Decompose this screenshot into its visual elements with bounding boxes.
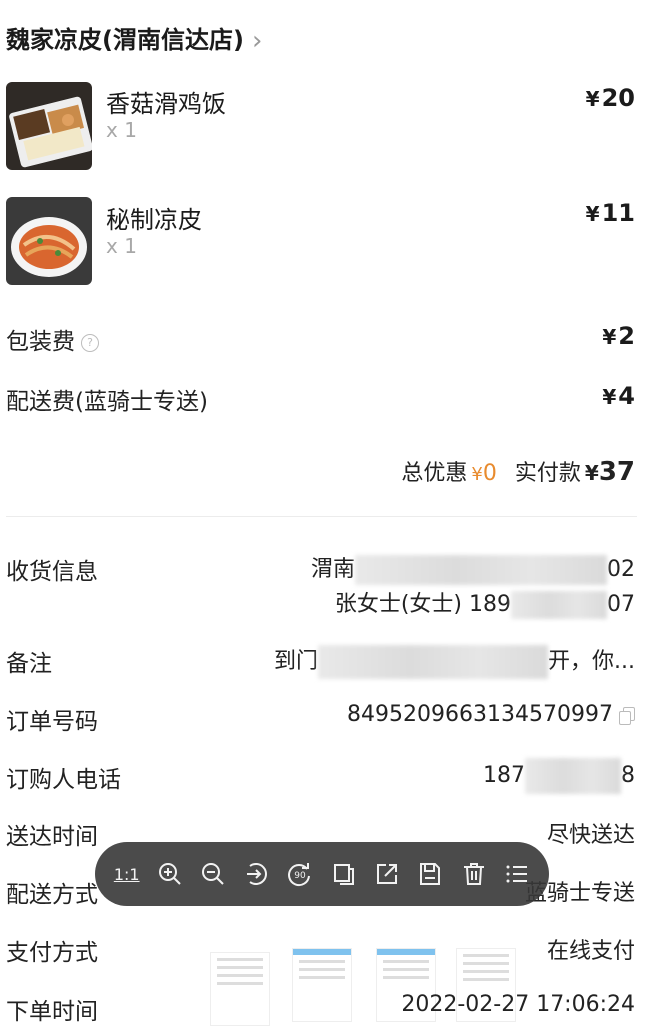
currency-symbol: ¥ (602, 385, 617, 409)
item-quantity: x 1 (106, 234, 137, 258)
remark-suffix: 开，你... (548, 649, 635, 674)
order-number-label: 订单号码 (6, 709, 98, 735)
item-name: 秘制凉皮 (106, 206, 202, 234)
item-thumbnail-1[interactable] (6, 82, 92, 170)
packaging-fee-label-row: 包装费? (6, 322, 99, 356)
receiver-address: 渭南 02 (311, 551, 635, 585)
packaging-fee-label: 包装费 (6, 329, 75, 355)
zoom-in-icon (159, 863, 181, 885)
address-suffix: 02 (607, 557, 635, 582)
currency-symbol: ¥ (585, 202, 600, 226)
buyer-phone-label: 订购人电话 (6, 767, 121, 793)
receiver-name-phone: 张女士(女士) 189 07 (335, 586, 635, 619)
phone-suffix: 8 (621, 763, 635, 788)
open-external-icon (377, 864, 398, 884)
delivery-fee-value: ¥4 (602, 382, 635, 410)
delivery-time-label: 送达时间 (6, 824, 98, 850)
receiver-info-label: 收货信息 (6, 559, 98, 585)
packaging-fee-amount: 2 (618, 322, 635, 350)
share-button[interactable] (240, 857, 274, 891)
delete-icon (463, 863, 484, 885)
payment-method-label: 支付方式 (6, 940, 98, 966)
list-icon (506, 865, 528, 883)
save-button[interactable] (413, 857, 447, 891)
zoom-in-button[interactable] (153, 857, 187, 891)
image-viewer-toolbar: 1:1 90 (95, 842, 549, 906)
store-name: 魏家凉皮(渭南信达店) (6, 26, 244, 54)
paid-value: 37 (598, 457, 635, 487)
redacted-blur (355, 555, 607, 585)
actual-size-label: 1:1 (113, 864, 140, 884)
delivery-time: 尽快送达 (546, 823, 635, 848)
delete-button[interactable] (457, 857, 491, 891)
item-price-value: 11 (601, 199, 635, 227)
currency-symbol: ¥ (584, 461, 599, 485)
food-photo-liangpi (6, 197, 92, 285)
redacted-blur (318, 645, 549, 679)
order-number: 8495209663134570997 (347, 702, 613, 727)
share-arrow-icon (246, 863, 267, 885)
remark-value: 到门 开，你... (274, 643, 635, 679)
item-thumbnail-2[interactable] (6, 197, 92, 285)
rotate-button[interactable]: 90 (283, 857, 317, 891)
redacted-blur (511, 591, 607, 619)
remark-label: 备注 (6, 651, 52, 677)
delivery-fee-label: 配送费(蓝骑士专送) (6, 389, 208, 415)
paid-amount: ¥37 (585, 457, 635, 487)
discount-label: 总优惠 (401, 461, 468, 486)
rotate-label: 90 (295, 871, 307, 881)
discount-value: 0 (482, 461, 497, 486)
buyer-phone: 187 8 (483, 758, 635, 794)
remark-prefix: 到门 (274, 649, 319, 674)
order-number-row: 8495209663134570997 (347, 702, 635, 727)
save-icon (420, 863, 441, 885)
delivery-method-label: 配送方式 (6, 882, 98, 908)
paid-label: 实付款 (514, 461, 581, 486)
help-question-icon[interactable]: ? (81, 334, 99, 352)
packaging-fee-value: ¥2 (602, 322, 635, 350)
section-divider (6, 516, 637, 517)
redacted-blur (525, 758, 621, 794)
food-photo-chicken-rice (6, 82, 92, 170)
zoom-out-icon (202, 863, 225, 885)
item-price: ¥11 (586, 199, 635, 227)
phone-suffix: 07 (607, 592, 635, 617)
crop-button[interactable] (327, 857, 361, 891)
viewer-thumbnail[interactable] (292, 948, 352, 1022)
item-price-value: 20 (601, 84, 635, 112)
copy-icon[interactable] (619, 707, 635, 725)
currency-symbol: ¥ (585, 87, 600, 111)
actual-size-button[interactable]: 1:1 (110, 857, 144, 891)
viewer-thumbnail[interactable] (210, 952, 270, 1026)
order-summary: 总优惠 ¥0 实付款 ¥37 (401, 455, 635, 487)
item-quantity: x 1 (106, 118, 137, 142)
rotate-icon: 90 (288, 863, 311, 887)
store-name-link[interactable]: 魏家凉皮(渭南信达店) › (6, 20, 263, 56)
payment-method: 在线支付 (546, 939, 635, 964)
list-button[interactable] (500, 857, 534, 891)
address-prefix: 渭南 (310, 557, 355, 582)
currency-symbol: ¥ (471, 464, 483, 485)
discount-amount: ¥0 (471, 461, 496, 486)
receiver-name: 张女士(女士) 189 (334, 592, 511, 617)
order-time: 2022-02-27 17:06:24 (401, 992, 635, 1017)
crop-icon (333, 864, 354, 885)
item-price: ¥20 (586, 84, 635, 112)
item-name: 香菇滑鸡饭 (106, 90, 226, 118)
delivery-fee-amount: 4 (618, 382, 635, 410)
phone-prefix: 187 (483, 763, 525, 788)
chevron-right-icon: › (251, 26, 263, 56)
zoom-out-button[interactable] (196, 857, 230, 891)
currency-symbol: ¥ (602, 325, 617, 349)
open-external-button[interactable] (370, 857, 404, 891)
order-time-label: 下单时间 (6, 999, 98, 1025)
